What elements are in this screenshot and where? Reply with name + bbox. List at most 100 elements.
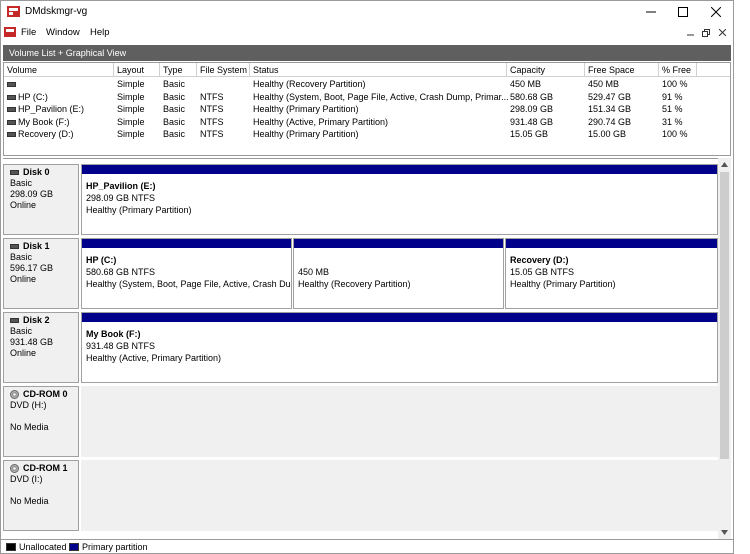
- disk-type: Basic: [10, 326, 33, 336]
- partition-bar: [82, 313, 717, 322]
- minimize-icon: [686, 34, 694, 36]
- table-row[interactable]: HP (C:) Simple Basic NTFS Healthy (System, B…: [4, 91, 730, 104]
- legend-swatch-unallocated: [6, 543, 16, 551]
- column-header-file-system[interactable]: File System: [197, 63, 250, 77]
- partition-name: [298, 254, 411, 266]
- disk-label-1[interactable]: Disk 1 Basic 596.17 GB Online: [3, 238, 79, 309]
- cdrom-name: CD-ROM 0: [23, 389, 68, 399]
- close-icon: [711, 7, 721, 17]
- menu-file[interactable]: File: [21, 27, 36, 38]
- table-cell: My Book (F:): [18, 116, 70, 127]
- cdrom-media: No Media: [10, 422, 49, 432]
- partition-status: Healthy (Primary Partition): [86, 205, 192, 215]
- partition-recovery-450[interactable]: 450 MB Healthy (Recovery Partition): [293, 238, 504, 309]
- column-header-free-space[interactable]: Free Space: [585, 63, 659, 77]
- disk-icon: [10, 244, 19, 249]
- column-header-type[interactable]: Type: [160, 63, 197, 77]
- partition-bar: [82, 239, 291, 248]
- table-cell: 450 MB: [510, 79, 542, 89]
- maximize-button[interactable]: [667, 1, 699, 23]
- partition-name: My Book (F:): [86, 329, 141, 339]
- mdi-close-button[interactable]: [715, 26, 729, 39]
- scroll-up-button[interactable]: [718, 158, 731, 171]
- table-cell: Healthy (Recovery Partition): [253, 79, 366, 89]
- cdrom-icon: [10, 390, 19, 399]
- mdi-minimize-button[interactable]: [683, 26, 697, 39]
- table-cell: NTFS: [200, 104, 224, 114]
- table-row[interactable]: My Book (F:) Simple Basic NTFS Healthy (Acti…: [4, 116, 730, 129]
- scrollbar-thumb[interactable]: [720, 172, 729, 459]
- partition-status: Healthy (Recovery Partition): [298, 279, 411, 289]
- scroll-down-button[interactable]: [718, 526, 731, 539]
- cdrom-label-1[interactable]: CD-ROM 1 DVD (I:) No Media: [3, 460, 79, 531]
- partition-name: HP_Pavilion (E:): [86, 181, 156, 191]
- table-row[interactable]: HP_Pavilion (E:) Simple Basic NTFS Healthy (…: [4, 103, 730, 116]
- column-header-capacity[interactable]: Capacity: [507, 63, 585, 77]
- disk-label-2[interactable]: Disk 2 Basic 931.48 GB Online: [3, 312, 79, 383]
- table-cell: 91 %: [662, 91, 683, 102]
- table-cell: Simple: [117, 79, 145, 89]
- partition-bar: [506, 239, 717, 248]
- table-cell: Basic: [163, 104, 186, 114]
- app-icon: [7, 6, 20, 17]
- table-cell: 100 %: [662, 79, 688, 89]
- drive-icon: [7, 107, 16, 112]
- partition-f[interactable]: My Book (F:) 931.48 GB NTFS Healthy (Act…: [81, 312, 718, 383]
- column-header-status[interactable]: Status: [250, 63, 507, 77]
- disk-state: Online: [10, 274, 37, 284]
- partition-status: Healthy (Active, Primary Partition): [86, 353, 222, 363]
- partition-size: 298.09 GB NTFS: [86, 193, 156, 203]
- cdrom-icon: [10, 464, 19, 473]
- disk-row-1: Disk 1 Basic 596.17 GB Online HP (C:) 58…: [3, 238, 718, 309]
- cdrom-media: No Media: [10, 496, 49, 506]
- menu-help[interactable]: Help: [90, 27, 110, 38]
- table-row[interactable]: Simple Basic Healthy (Recovery Partition) 4…: [4, 78, 730, 91]
- disk-state: Online: [10, 348, 37, 358]
- table-row[interactable]: Recovery (D:) Simple Basic NTFS Healthy (Pri…: [4, 128, 730, 141]
- partition-d[interactable]: Recovery (D:) 15.05 GB NTFS Healthy (Pri…: [505, 238, 718, 309]
- table-cell: 15.00 GB: [588, 129, 627, 139]
- drive-icon: [7, 82, 16, 87]
- volume-list-header: Volume Layout Type File System Status Ca…: [4, 63, 730, 77]
- mdi-restore-button[interactable]: [699, 26, 713, 39]
- menu-window[interactable]: Window: [46, 27, 80, 38]
- pane-header: Volume List + Graphical View: [3, 45, 731, 61]
- table-cell: 290.74 GB: [588, 116, 632, 127]
- title-bar: DMdskmgr-vg: [1, 1, 733, 23]
- vertical-scrollbar[interactable]: [718, 158, 731, 539]
- table-cell: 529.47 GB: [588, 91, 632, 102]
- table-cell: 100 %: [662, 129, 688, 139]
- cdrom-label-0[interactable]: CD-ROM 0 DVD (H:) No Media: [3, 386, 79, 457]
- partition-size: 580.68 GB NTFS: [86, 267, 156, 277]
- column-header-layout[interactable]: Layout: [114, 63, 160, 77]
- minimize-button[interactable]: [635, 1, 667, 23]
- partition-c[interactable]: HP (C:) 580.68 GB NTFS Healthy (System, …: [81, 238, 292, 309]
- table-cell: 931.48 GB: [510, 116, 554, 127]
- cdrom-drive: DVD (I:): [10, 474, 43, 484]
- drive-icon: [7, 94, 16, 100]
- disk-size: 298.09 GB: [10, 189, 54, 199]
- partition-e[interactable]: HP_Pavilion (E:) 298.09 GB NTFS Healthy …: [81, 164, 718, 235]
- close-button[interactable]: [700, 1, 732, 23]
- table-cell: Simple: [117, 104, 145, 114]
- column-header-percent-free[interactable]: % Free: [659, 63, 697, 77]
- column-header-volume[interactable]: Volume: [4, 63, 114, 77]
- partition-size: 450 MB: [298, 267, 330, 277]
- window-title: DMdskmgr-vg: [25, 6, 88, 17]
- table-cell: HP_Pavilion (E:): [18, 104, 85, 114]
- volume-list[interactable]: Volume Layout Type File System Status Ca…: [3, 62, 731, 156]
- table-cell: 580.68 GB: [510, 91, 554, 102]
- table-cell: 450 MB: [588, 79, 620, 89]
- document-icon: [4, 27, 16, 37]
- legend: Unallocated Primary partition: [1, 539, 733, 553]
- cdrom-row-1: CD-ROM 1 DVD (I:) No Media: [3, 460, 718, 531]
- maximize-icon: [678, 7, 688, 17]
- disk-type: Basic: [10, 178, 33, 188]
- graphical-view[interactable]: Disk 0 Basic 298.09 GB Online HP_Pavilio…: [3, 158, 731, 539]
- disk-icon: [10, 170, 19, 175]
- disk-icon: [10, 318, 19, 323]
- cdrom-area-1: [81, 460, 718, 531]
- disk-label-0[interactable]: Disk 0 Basic 298.09 GB Online: [3, 164, 79, 235]
- mdi-controls: [683, 26, 729, 39]
- chevron-down-icon: [721, 530, 728, 535]
